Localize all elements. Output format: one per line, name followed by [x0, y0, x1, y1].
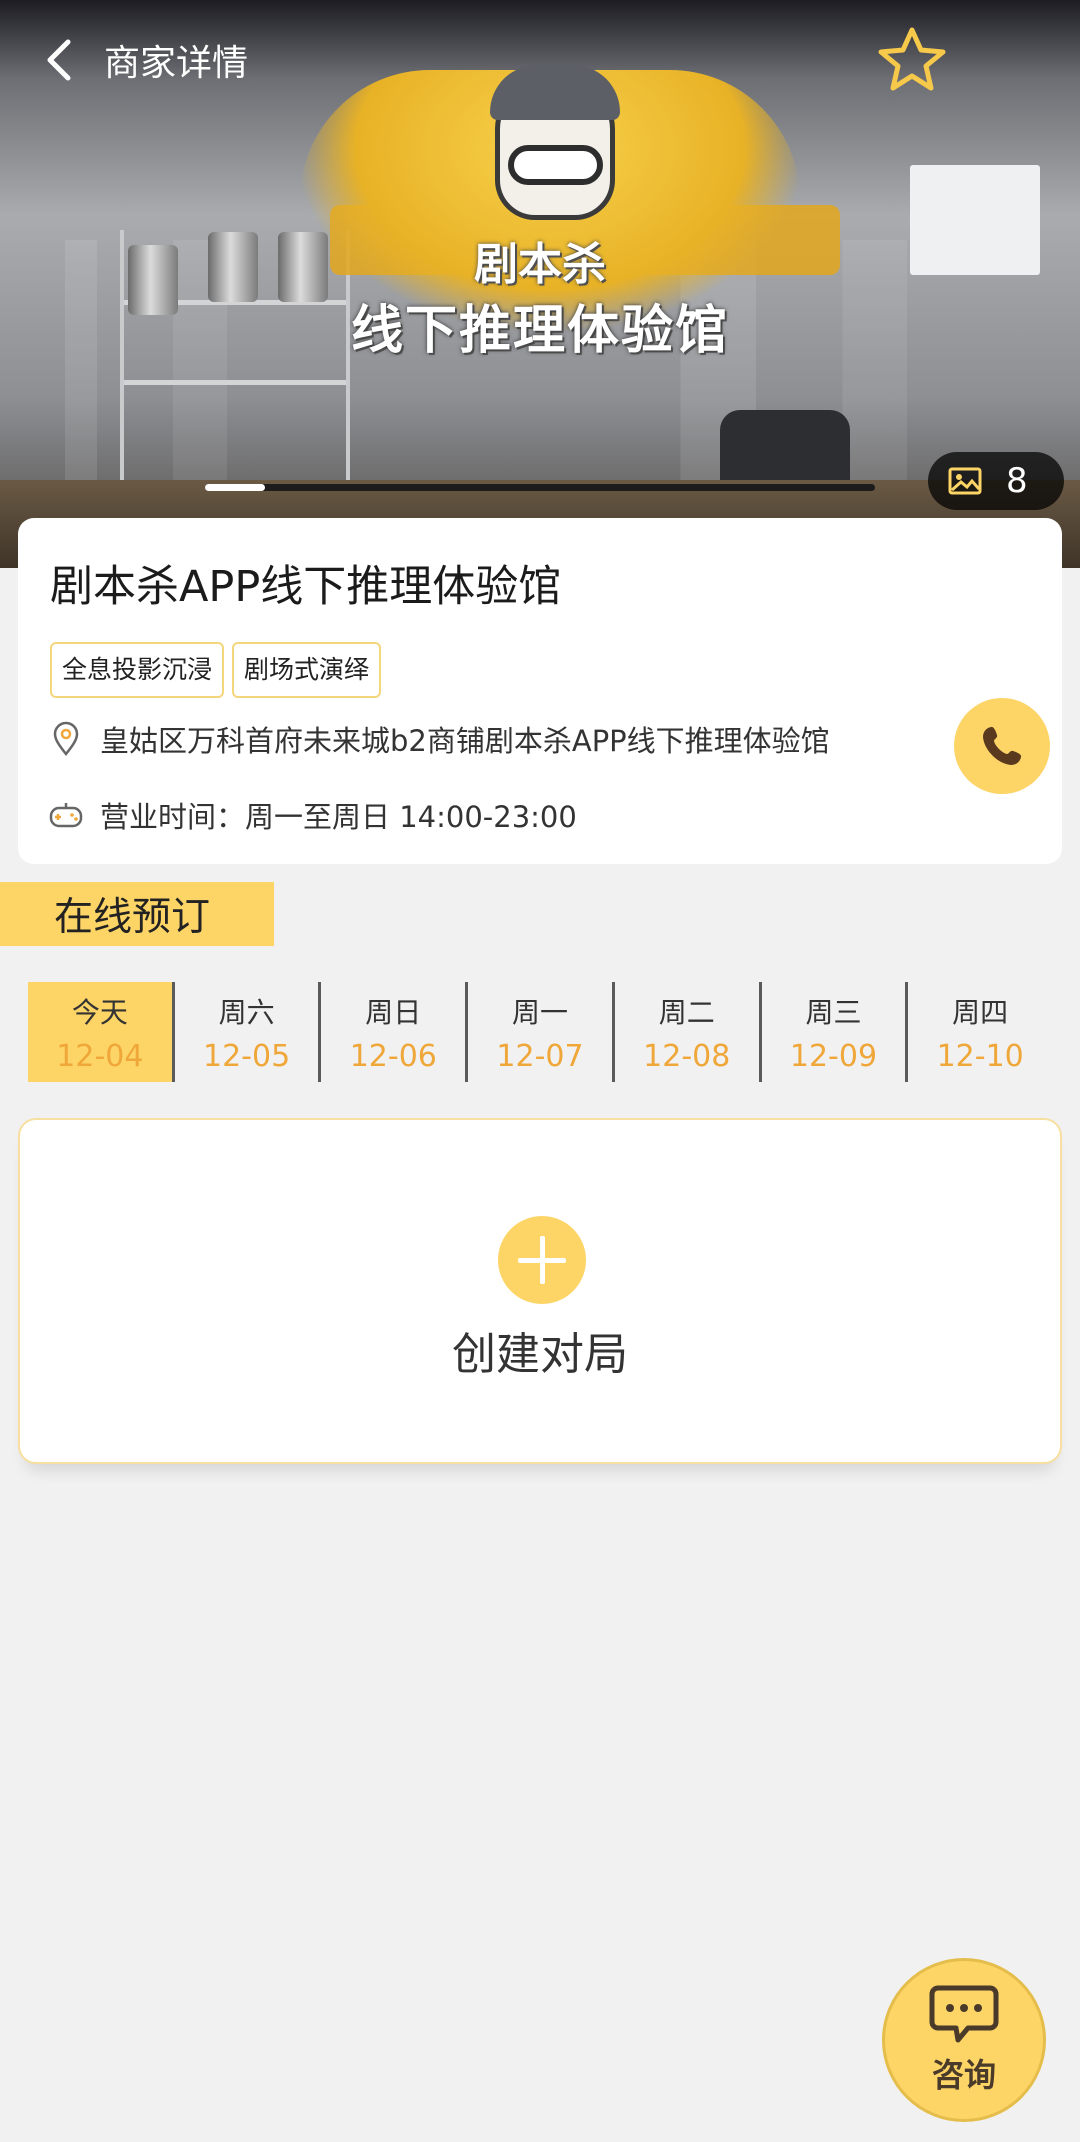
sign-text-line-2: 线下推理体验馆: [350, 301, 729, 361]
date-value: 12-10: [936, 1038, 1024, 1074]
consult-label: 咨询: [931, 2056, 996, 2094]
carousel-progress-bar: [205, 484, 875, 491]
mascot-glasses: [508, 145, 603, 185]
date-tab[interactable]: 周四 12-10: [905, 982, 1052, 1082]
date-value: 12-08: [643, 1038, 731, 1074]
create-game-card[interactable]: 创建对局: [18, 1118, 1062, 1464]
plus-icon: [498, 1216, 586, 1304]
date-value: 12-07: [496, 1038, 584, 1074]
store-tags: 全息投影沉浸 剧场式演绎: [50, 642, 382, 698]
image-icon: [948, 467, 982, 495]
date-weekday: 周三: [805, 995, 862, 1029]
gamepad-icon: [49, 803, 83, 828]
chat-bubble-icon: [929, 1985, 999, 2043]
section-title-booking: 在线预订: [0, 882, 274, 946]
date-weekday: 周四: [952, 995, 1009, 1029]
date-tab[interactable]: 周三 12-09: [758, 982, 906, 1082]
phone-icon: [983, 726, 1022, 765]
date-weekday: 周六: [218, 995, 275, 1029]
date-value: 12-09: [789, 1038, 878, 1074]
store-detail-page: 剧本杀 线下推理体验馆 8 商家详情 剧本杀APP线下推理体验馆 全息投影沉浸 …: [0, 0, 1080, 2142]
consult-button[interactable]: 咨询: [882, 1958, 1046, 2122]
date-value: 12-06: [349, 1038, 437, 1074]
date-weekday: 周一: [512, 995, 569, 1029]
date-weekday: 周二: [658, 995, 715, 1029]
store-tag: 全息投影沉浸: [50, 642, 225, 698]
store-address: 皇姑区万科首府未来城b2商铺剧本杀APP线下推理体验馆: [100, 724, 830, 758]
date-tab[interactable]: 今天 12-04: [28, 982, 172, 1082]
date-weekday: 周日: [365, 995, 422, 1029]
date-selector: 今天 12-04 周六 12-05 周日 12-06 周一 12-07 周二 1…: [28, 982, 1052, 1082]
store-name: 剧本杀APP线下推理体验馆: [50, 562, 562, 612]
sign-text-line-1: 剧本杀: [474, 239, 606, 290]
carousel-progress-fill: [205, 484, 266, 491]
hours-row: 营业时间：周一至周日 14:00-23:00: [48, 794, 577, 836]
date-tab[interactable]: 周六 12-05: [171, 982, 319, 1082]
store-tag: 剧场式演绎: [232, 642, 382, 698]
date-weekday: 今天: [71, 995, 128, 1029]
date-value: 12-04: [56, 1038, 144, 1074]
date-tab[interactable]: 周二 12-08: [611, 982, 759, 1082]
create-game-label: 创建对局: [452, 1329, 628, 1380]
photo-count-badge[interactable]: 8: [928, 452, 1064, 510]
date-tab[interactable]: 周日 12-06: [318, 982, 465, 1082]
address-row[interactable]: 皇姑区万科首府未来城b2商铺剧本杀APP线下推理体验馆: [48, 718, 830, 760]
date-value: 12-05: [202, 1038, 291, 1074]
date-tab[interactable]: 周一 12-07: [465, 982, 612, 1082]
photo-count: 8: [1006, 461, 1028, 501]
location-pin-icon: [53, 721, 79, 757]
top-nav-bar: 商家详情: [0, 0, 1080, 120]
star-icon[interactable]: [876, 26, 948, 92]
back-arrow-icon[interactable]: [40, 38, 80, 82]
call-button[interactable]: [954, 698, 1050, 794]
business-hours: 营业时间：周一至周日 14:00-23:00: [100, 800, 577, 834]
page-title: 商家详情: [104, 43, 249, 84]
store-info-card: 剧本杀APP线下推理体验馆 全息投影沉浸 剧场式演绎 皇姑区万科首府未来城b2商…: [18, 518, 1062, 864]
